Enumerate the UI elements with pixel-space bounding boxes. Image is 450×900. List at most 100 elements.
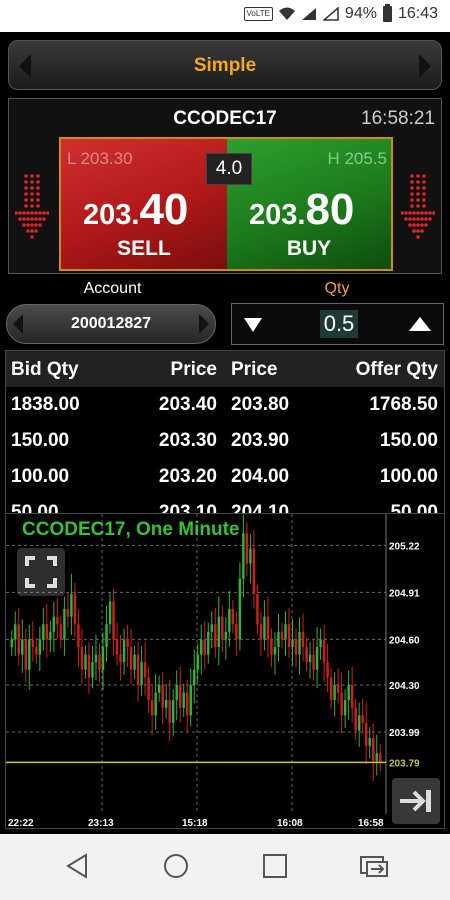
jump-to-latest-button[interactable] bbox=[392, 778, 440, 824]
candle-body bbox=[305, 647, 308, 663]
x-tick-label: 16:58 bbox=[358, 818, 384, 828]
candle-body bbox=[182, 692, 185, 708]
home-icon[interactable] bbox=[162, 852, 190, 880]
candle-body bbox=[193, 669, 196, 685]
qty-label: Qty bbox=[324, 280, 350, 297]
switch-app-icon[interactable] bbox=[358, 852, 390, 880]
mode-selector[interactable]: Simple bbox=[8, 40, 442, 90]
candle-body bbox=[277, 631, 280, 648]
order-book-row[interactable]: 100.00 203.20 204.00 100.00 bbox=[6, 461, 444, 497]
sell-arrow-icon[interactable] bbox=[15, 173, 49, 247]
header-offer-price: Price bbox=[231, 359, 278, 380]
candle-body bbox=[59, 624, 63, 640]
high-price: H 205.5 bbox=[327, 149, 387, 168]
arrow-dot bbox=[401, 211, 404, 215]
order-book-row[interactable]: 150.00 203.30 203.90 150.00 bbox=[6, 425, 444, 461]
arrow-dot bbox=[24, 180, 28, 184]
buy-price-small: 203. bbox=[249, 199, 306, 231]
quantity-stepper[interactable]: 0.5 bbox=[231, 303, 444, 345]
arrow-dot bbox=[38, 223, 42, 227]
arrow-dot bbox=[416, 186, 420, 190]
chart-title: CCODEC17, One Minute bbox=[22, 519, 240, 540]
candle-body bbox=[84, 654, 87, 670]
signal-icon-2 bbox=[322, 7, 339, 21]
candle-body bbox=[17, 624, 21, 655]
recents-icon[interactable] bbox=[262, 852, 288, 880]
sell-label: SELL bbox=[117, 237, 171, 260]
candle-body bbox=[221, 616, 224, 640]
sell-button[interactable]: L 203.30 203.40 SELL bbox=[59, 137, 227, 271]
buy-arrow-icon[interactable] bbox=[401, 173, 435, 247]
buy-price: 203.80 bbox=[249, 185, 354, 235]
candle-body bbox=[259, 624, 263, 640]
arrow-dot bbox=[42, 217, 46, 221]
candle-body bbox=[347, 684, 350, 701]
order-book-row[interactable]: 1838.00 203.40 203.80 1768.50 bbox=[6, 389, 444, 425]
arrow-dot bbox=[412, 217, 416, 221]
candle-body bbox=[315, 647, 319, 670]
candle-body bbox=[24, 639, 28, 670]
arrow-dot bbox=[404, 217, 408, 221]
arrow-dot bbox=[15, 211, 18, 215]
candle-body bbox=[368, 738, 371, 746]
system-nav-bar bbox=[0, 834, 450, 900]
candle-body bbox=[171, 700, 175, 723]
bid-price: 203.20 bbox=[158, 466, 217, 487]
candle-body bbox=[340, 692, 343, 716]
arrow-dot bbox=[416, 198, 420, 202]
battery-percent: 94% bbox=[344, 5, 377, 22]
qty-decrease-icon[interactable] bbox=[244, 318, 262, 332]
arrow-dot bbox=[30, 174, 34, 178]
candle-body bbox=[175, 684, 178, 701]
candle-body bbox=[343, 700, 347, 716]
arrow-dot bbox=[36, 186, 40, 190]
mode-next-icon[interactable] bbox=[419, 54, 431, 78]
candle-body bbox=[42, 624, 45, 640]
qty-increase-icon[interactable] bbox=[409, 317, 431, 331]
candle-body bbox=[77, 624, 80, 648]
candlestick-chart[interactable]: 205.22 204.91 204.60 204.30 203.99 203.79 22:2… bbox=[6, 514, 444, 828]
arrow-dot bbox=[34, 211, 38, 215]
candle-body bbox=[136, 654, 140, 685]
candle-body bbox=[350, 684, 354, 708]
candle-body bbox=[196, 654, 199, 670]
sell-price-big: 40 bbox=[139, 185, 189, 234]
candle-body bbox=[224, 631, 228, 640]
buy-label: BUY bbox=[286, 237, 332, 260]
arrow-dot bbox=[30, 192, 34, 196]
back-icon[interactable] bbox=[64, 852, 90, 880]
candle-body bbox=[308, 654, 312, 663]
arrow-dot bbox=[410, 198, 414, 202]
arrow-dot bbox=[424, 217, 428, 221]
arrow-dot bbox=[420, 217, 424, 221]
candle-body bbox=[38, 639, 42, 655]
x-tick-label: 23:13 bbox=[88, 818, 114, 828]
candle-body bbox=[52, 616, 56, 632]
account-next-icon[interactable] bbox=[199, 314, 209, 334]
candle-body bbox=[210, 624, 214, 632]
candle-body bbox=[252, 548, 256, 594]
account-value: 200012827 bbox=[70, 315, 152, 332]
arrow-dot bbox=[18, 217, 22, 221]
candle-body bbox=[21, 639, 24, 655]
expand-chart-button[interactable] bbox=[17, 548, 65, 596]
arrow-dot bbox=[416, 235, 420, 239]
candle-body bbox=[357, 715, 361, 731]
arrow-dot bbox=[416, 211, 420, 215]
qty-value[interactable]: 0.5 bbox=[320, 310, 358, 338]
candle-body bbox=[273, 647, 277, 655]
arrow-dot bbox=[428, 217, 432, 221]
candle-body bbox=[147, 677, 150, 701]
bid-price: 203.30 bbox=[158, 430, 217, 451]
arrow-dot bbox=[36, 204, 40, 208]
candle-body bbox=[217, 616, 221, 648]
y-tick-label: 203.99 bbox=[389, 728, 420, 739]
arrow-dot bbox=[30, 229, 34, 233]
account-selector[interactable]: 200012827 bbox=[6, 304, 216, 344]
price-chart[interactable]: 205.22 204.91 204.60 204.30 203.99 203.79 22:2… bbox=[5, 513, 445, 829]
offer-price: 204.00 bbox=[231, 466, 290, 487]
arrow-dot bbox=[408, 217, 412, 221]
battery-icon bbox=[382, 4, 392, 22]
candle-body bbox=[143, 662, 147, 678]
order-book-row[interactable]: 50.00 203.10 204.10 50.00 bbox=[6, 497, 444, 513]
